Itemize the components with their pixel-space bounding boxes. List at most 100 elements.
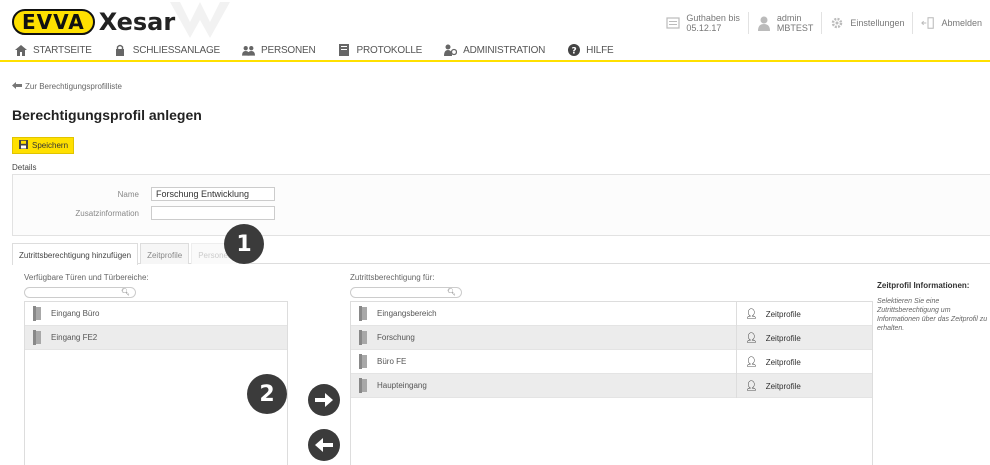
- admin-icon: [444, 44, 458, 56]
- credit-info: Guthaben bis 05.12.17: [658, 12, 748, 34]
- zeitprofile-cell[interactable]: 👤︎ Zeitprofile: [736, 350, 872, 374]
- main-nav: Startseite Schliessanlage Personen Proto…: [0, 40, 990, 62]
- list-item[interactable]: Eingang Büro: [25, 302, 287, 326]
- page-title: Berechtigungsprofil anlegen: [12, 107, 202, 123]
- people-icon: [242, 44, 255, 56]
- table-row[interactable]: Eingangsbereich 👤︎ Zeitprofile: [351, 302, 872, 326]
- door-label: Eingangsbereich: [377, 309, 437, 318]
- list-item[interactable]: Eingang FE2: [25, 326, 287, 350]
- add-to-assigned-button[interactable]: [308, 384, 340, 416]
- info-label: Zusatzinformation: [75, 208, 139, 218]
- annotation-badge-2: 2: [247, 374, 287, 414]
- nav-item-schliessanlage[interactable]: Schliessanlage: [114, 44, 220, 56]
- info-field[interactable]: [151, 206, 275, 220]
- door-icon: [33, 330, 43, 345]
- person-icon: 👤︎: [745, 308, 758, 320]
- svg-text:?: ?: [571, 47, 576, 57]
- person-icon: 👤︎: [745, 356, 758, 368]
- book-icon: [338, 44, 351, 56]
- credit-value: 05.12.17: [686, 23, 722, 33]
- list-item-label: Eingang Büro: [51, 309, 100, 318]
- nav-label: Personen: [261, 44, 316, 56]
- list-item-label: Eingang FE2: [51, 333, 98, 342]
- back-to-list-link[interactable]: Zur Berechtigungsprofilliste: [12, 82, 122, 91]
- save-button[interactable]: Speichern: [12, 137, 74, 154]
- available-list: Eingang Büro Eingang FE2: [24, 301, 288, 465]
- top-bar: EVVA Xesar Guthaben bis 05.12.17 admin M…: [0, 0, 990, 40]
- lock-icon: [114, 44, 127, 56]
- annotation-badge-1: 1: [224, 224, 264, 264]
- nav-item-protokolle[interactable]: Protokolle: [338, 44, 423, 56]
- table-row[interactable]: Büro FE 👤︎ Zeitprofile: [351, 350, 872, 374]
- home-icon: [14, 44, 27, 56]
- person-icon: 👤︎: [745, 332, 758, 344]
- logo-watermark-icon: [170, 2, 230, 38]
- assigned-search-input[interactable]: 🔍︎: [350, 287, 462, 298]
- table-row[interactable]: Forschung 👤︎ Zeitprofile: [351, 326, 872, 350]
- door-label: Büro FE: [377, 357, 407, 366]
- door-area-icon: [359, 306, 369, 321]
- available-label: Verfügbare Türen und Türbereiche:: [24, 273, 149, 282]
- arrow-left-icon: [315, 438, 333, 452]
- help-icon: ?: [567, 44, 580, 56]
- arrow-right-icon: [315, 393, 333, 407]
- tab-bar: Zutrittsberechtigung hinzufügen Zeitprof…: [12, 243, 990, 265]
- logo-product: Xesar: [98, 8, 176, 36]
- nav-item-hilfe[interactable]: ? Hilfe: [567, 44, 614, 56]
- user-name: admin: [776, 13, 802, 23]
- header-tools: Guthaben bis 05.12.17 admin MBTEST Einst…: [658, 12, 990, 34]
- zeitprofile-label: Zeitprofile: [765, 309, 801, 319]
- nav-label: Protokolle: [356, 44, 423, 56]
- logo: EVVA Xesar: [12, 8, 175, 36]
- zeitprofil-info-text: Selektieren Sie eine Zutrittsberechtigun…: [877, 298, 988, 332]
- door-icon: [33, 306, 43, 321]
- user-menu[interactable]: admin MBTEST: [747, 12, 822, 34]
- door-label: Forschung: [377, 333, 415, 342]
- nav-label: Schliessanlage: [132, 44, 220, 56]
- nav-label: Hilfe: [586, 44, 614, 56]
- zeitprofile-cell[interactable]: 👤︎ Zeitprofile: [736, 302, 872, 326]
- name-row: Name: [13, 187, 275, 201]
- assigned-label: Zutrittsberechtigung für:: [350, 273, 435, 282]
- nav-item-startseite[interactable]: Startseite: [14, 44, 92, 56]
- door-icon: [359, 378, 369, 393]
- details-section-label: Details: [12, 163, 37, 172]
- nav-item-administration[interactable]: Administration: [444, 44, 545, 56]
- name-field[interactable]: [151, 187, 275, 201]
- available-search-input[interactable]: 🔍︎: [24, 287, 136, 298]
- name-label: Name: [117, 189, 139, 199]
- person-icon: 👤︎: [745, 380, 758, 392]
- nav-item-personen[interactable]: Personen: [242, 44, 316, 56]
- door-label: Haupteingang: [377, 381, 427, 390]
- nav-label: Startseite: [33, 44, 92, 56]
- logout-label: Abmelden: [941, 18, 982, 28]
- zeitprofile-label: Zeitprofile: [765, 333, 801, 343]
- gear-icon: [830, 15, 844, 31]
- search-icon: 🔍︎: [121, 289, 130, 296]
- floppy-icon: [19, 140, 28, 151]
- info-row: Zusatzinformation: [13, 206, 275, 220]
- credit-label: Guthaben bis: [686, 13, 740, 23]
- user-icon: [757, 15, 771, 31]
- back-link-label: Zur Berechtigungsprofilliste: [25, 82, 122, 91]
- logout-icon: [921, 15, 935, 31]
- zeitprofile-label: Zeitprofile: [765, 381, 801, 391]
- zeitprofil-info-title: Zeitprofil Informationen:: [877, 281, 970, 290]
- assigned-list: Eingangsbereich 👤︎ Zeitprofile Forschung…: [350, 301, 873, 465]
- settings-link[interactable]: Einstellungen: [821, 12, 912, 34]
- user-site: MBTEST: [776, 23, 814, 33]
- logout-link[interactable]: Abmelden: [912, 12, 990, 34]
- nav-label: Administration: [463, 44, 546, 56]
- table-row[interactable]: Haupteingang 👤︎ Zeitprofile: [351, 374, 872, 398]
- door-icon: [359, 354, 369, 369]
- details-form: Name Zusatzinformation: [12, 174, 990, 236]
- settings-label: Einstellungen: [850, 18, 905, 28]
- zeitprofile-cell[interactable]: 👤︎ Zeitprofile: [736, 326, 872, 350]
- logo-brand: EVVA: [12, 9, 95, 35]
- zeitprofile-label: Zeitprofile: [765, 357, 801, 367]
- tab-zeitprofile[interactable]: Zeitprofile: [140, 243, 190, 264]
- search-icon: 🔍︎: [447, 289, 456, 296]
- tab-zutrittsberechtigung[interactable]: Zutrittsberechtigung hinzufügen: [12, 243, 139, 265]
- remove-from-assigned-button[interactable]: [308, 429, 340, 461]
- zeitprofile-cell[interactable]: 👤︎ Zeitprofile: [736, 374, 872, 398]
